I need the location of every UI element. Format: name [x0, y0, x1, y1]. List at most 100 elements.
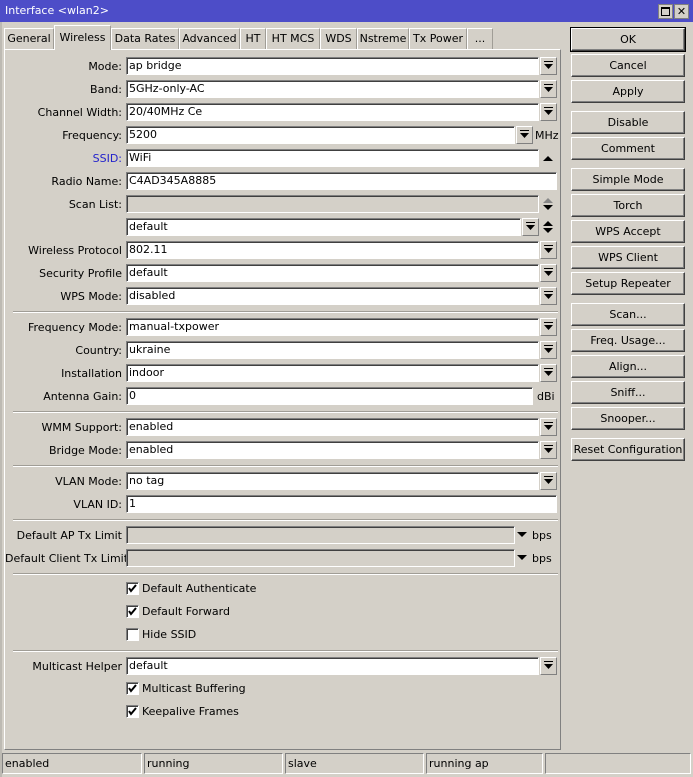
dropdown-icon [544, 61, 553, 69]
installation-dropdown-button[interactable] [540, 364, 557, 382]
ssid-input[interactable]: WiFi [126, 149, 539, 167]
dropdown-icon [544, 84, 553, 92]
title-bar: Interface <wlan2> ✕ [0, 0, 693, 22]
multicast-helper-dropdown-button[interactable] [540, 657, 557, 675]
tab-ht[interactable]: HT [240, 28, 266, 49]
antenna-gain-unit: dBi [537, 390, 555, 403]
country-dropdown-button[interactable] [540, 341, 557, 359]
arrow-up-icon [543, 156, 553, 161]
radio-name-input[interactable]: C4AD345A8885 [126, 172, 557, 190]
wps-mode-select[interactable]: disabled [126, 287, 539, 305]
checkmark-icon [128, 707, 137, 716]
wmm-support-select[interactable]: enabled [126, 418, 539, 436]
frequency-select[interactable]: 5200 [126, 126, 515, 144]
country-label: Country: [75, 344, 122, 357]
comment-button[interactable]: Comment [571, 137, 685, 160]
antenna-gain-label: Antenna Gain: [43, 390, 122, 403]
dropdown-icon [544, 422, 553, 430]
frequency-dropdown-button[interactable] [516, 126, 533, 144]
setup-repeater-button[interactable]: Setup Repeater [571, 272, 685, 295]
checkmark-icon [128, 684, 137, 693]
scan-button[interactable]: Scan... [571, 303, 685, 326]
disable-button[interactable]: Disable [571, 111, 685, 134]
band-select[interactable]: 5GHz-only-AC [126, 80, 539, 98]
close-button[interactable]: ✕ [674, 4, 689, 19]
snooper-button[interactable]: Snooper... [571, 407, 685, 430]
default-ap-tx-limit-input[interactable] [126, 526, 515, 544]
multicast-buffering-checkbox[interactable] [126, 682, 139, 695]
ssid-collapse-button[interactable] [542, 149, 556, 167]
reset-configuration-button[interactable]: Reset Configuration [571, 438, 685, 461]
bridge-mode-dropdown-button[interactable] [540, 441, 557, 459]
scan-list-updown[interactable] [542, 195, 556, 213]
country-select[interactable]: ukraine [126, 341, 539, 359]
installation-select[interactable]: indoor [126, 364, 539, 382]
default-client-tx-limit-input[interactable] [126, 549, 515, 567]
align-button[interactable]: Align... [571, 355, 685, 378]
security-profile-select[interactable]: default [126, 264, 539, 282]
wireless-protocol-label: Wireless Protocol [28, 244, 122, 257]
default-ap-tx-limit-label: Default AP Tx Limit [16, 529, 122, 542]
default-authenticate-label: Default Authenticate [142, 582, 257, 595]
vlan-id-label: VLAN ID: [73, 498, 122, 511]
channel-width-select[interactable]: 20/40MHz Ce [126, 103, 539, 121]
dropdown-icon [544, 368, 553, 376]
apply-button[interactable]: Apply [571, 80, 685, 103]
freq-usage-button[interactable]: Freq. Usage... [571, 329, 685, 352]
frequency-mode-dropdown-button[interactable] [540, 318, 557, 336]
tab-ht-mcs[interactable]: HT MCS [266, 28, 320, 49]
frequency-unit: MHz [535, 129, 559, 142]
tab-wireless[interactable]: Wireless [54, 25, 111, 50]
wps-accept-button[interactable]: WPS Accept [571, 220, 685, 243]
default-client-tx-limit-expand[interactable] [516, 549, 530, 567]
keepalive-frames-checkbox[interactable] [126, 705, 139, 718]
default-forward-checkbox[interactable] [126, 605, 139, 618]
ok-button[interactable]: OK [570, 27, 686, 52]
mode-dropdown-button[interactable] [540, 57, 557, 75]
vlan-id-input[interactable]: 1 [126, 495, 557, 513]
wps-client-button[interactable]: WPS Client [571, 246, 685, 269]
frequency-mode-label: Frequency Mode: [28, 321, 122, 334]
torch-button[interactable]: Torch [571, 194, 685, 217]
scan-list-select[interactable]: default [126, 218, 521, 236]
checkmark-icon [128, 607, 137, 616]
multicast-buffering-label: Multicast Buffering [142, 682, 246, 695]
vlan-mode-dropdown-button[interactable] [540, 472, 557, 490]
tab-data-rates[interactable]: Data Rates [111, 28, 179, 49]
wps-mode-dropdown-button[interactable] [540, 287, 557, 305]
scan-list-dropdown-button[interactable] [522, 218, 539, 236]
mode-select[interactable]: ap bridge [126, 57, 539, 75]
multicast-helper-label: Multicast Helper [32, 660, 122, 673]
wireless-protocol-dropdown-button[interactable] [540, 241, 557, 259]
maximize-button[interactable] [658, 4, 673, 19]
hide-ssid-checkbox[interactable] [126, 628, 139, 641]
vlan-mode-select[interactable]: no tag [126, 472, 539, 490]
scan-list-updown-2[interactable] [542, 218, 556, 236]
bridge-mode-label: Bridge Mode: [48, 444, 122, 457]
hide-ssid-label: Hide SSID [142, 628, 197, 641]
bridge-mode-select[interactable]: enabled [126, 441, 539, 459]
channel-width-dropdown-button[interactable] [540, 103, 557, 121]
antenna-gain-input[interactable]: 0 [126, 387, 533, 405]
tab-nstreme[interactable]: Nstreme [357, 28, 409, 49]
tab-more[interactable]: ... [467, 28, 493, 49]
wireless-protocol-select[interactable]: 802.11 [126, 241, 539, 259]
sniff-button[interactable]: Sniff... [571, 381, 685, 404]
tab-general[interactable]: General [4, 28, 54, 49]
default-authenticate-checkbox[interactable] [126, 582, 139, 595]
dropdown-icon [544, 107, 553, 115]
cancel-button[interactable]: Cancel [571, 54, 685, 77]
band-dropdown-button[interactable] [540, 80, 557, 98]
simple-mode-button[interactable]: Simple Mode [571, 168, 685, 191]
multicast-helper-select[interactable]: default [126, 657, 539, 675]
wmm-support-dropdown-button[interactable] [540, 418, 557, 436]
tab-label: HT [245, 32, 261, 45]
default-ap-tx-limit-expand[interactable] [516, 526, 530, 544]
scan-list-input-empty[interactable] [126, 195, 539, 213]
tab-tx-power[interactable]: Tx Power [409, 28, 467, 49]
security-profile-dropdown-button[interactable] [540, 264, 557, 282]
frequency-mode-select[interactable]: manual-txpower [126, 318, 539, 336]
tab-advanced[interactable]: Advanced [179, 28, 240, 49]
tab-wds[interactable]: WDS [320, 28, 357, 49]
dropdown-icon [544, 322, 553, 330]
